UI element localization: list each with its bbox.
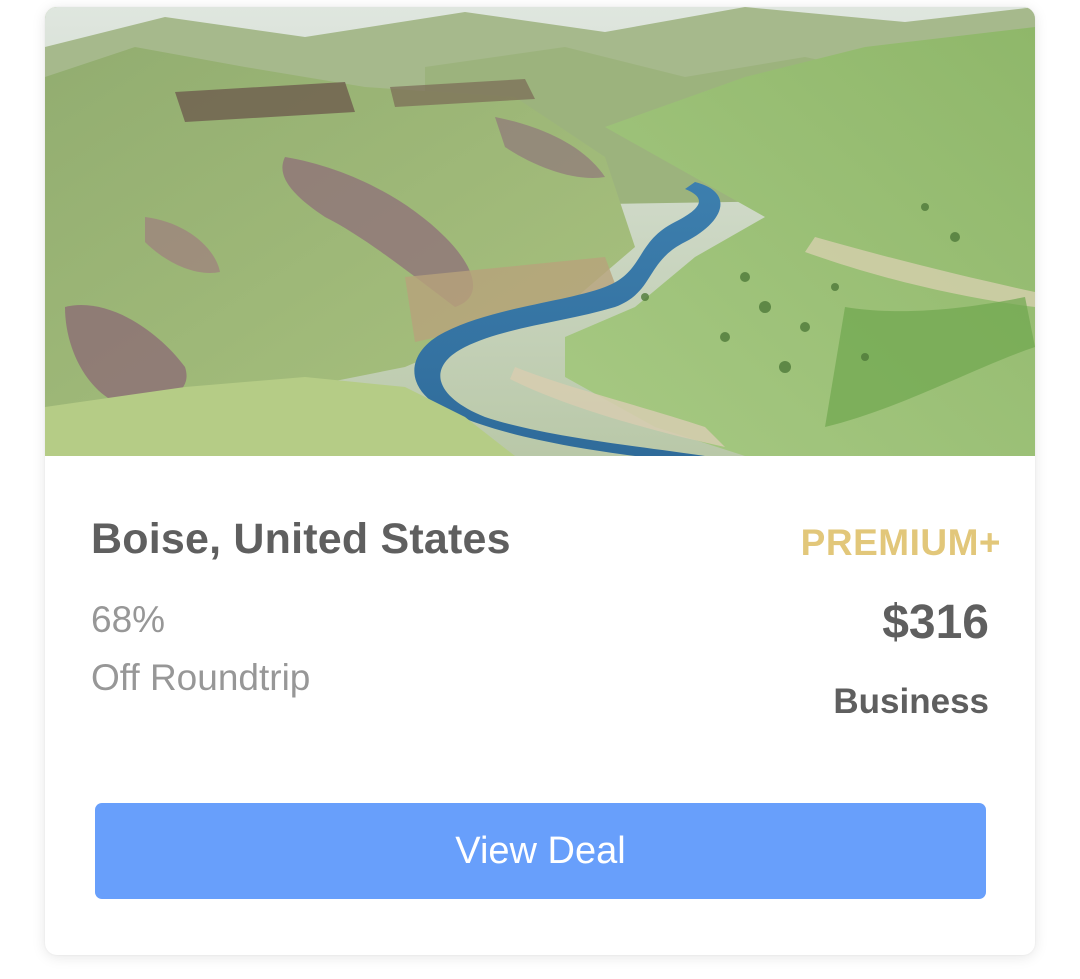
tier-badge: PREMIUM+ bbox=[800, 522, 1001, 563]
cabin-class: Business bbox=[833, 682, 989, 721]
destination-title: Boise, United States bbox=[91, 515, 511, 563]
deal-price: $316 bbox=[882, 596, 989, 649]
destination-photo bbox=[45, 7, 1035, 456]
view-deal-button[interactable]: View Deal bbox=[95, 803, 986, 899]
discount-percent: 68% bbox=[91, 599, 166, 640]
deal-card: Boise, United States PREMIUM+ 68% Off Ro… bbox=[45, 7, 1035, 955]
discount-description: Off Roundtrip bbox=[91, 657, 311, 698]
